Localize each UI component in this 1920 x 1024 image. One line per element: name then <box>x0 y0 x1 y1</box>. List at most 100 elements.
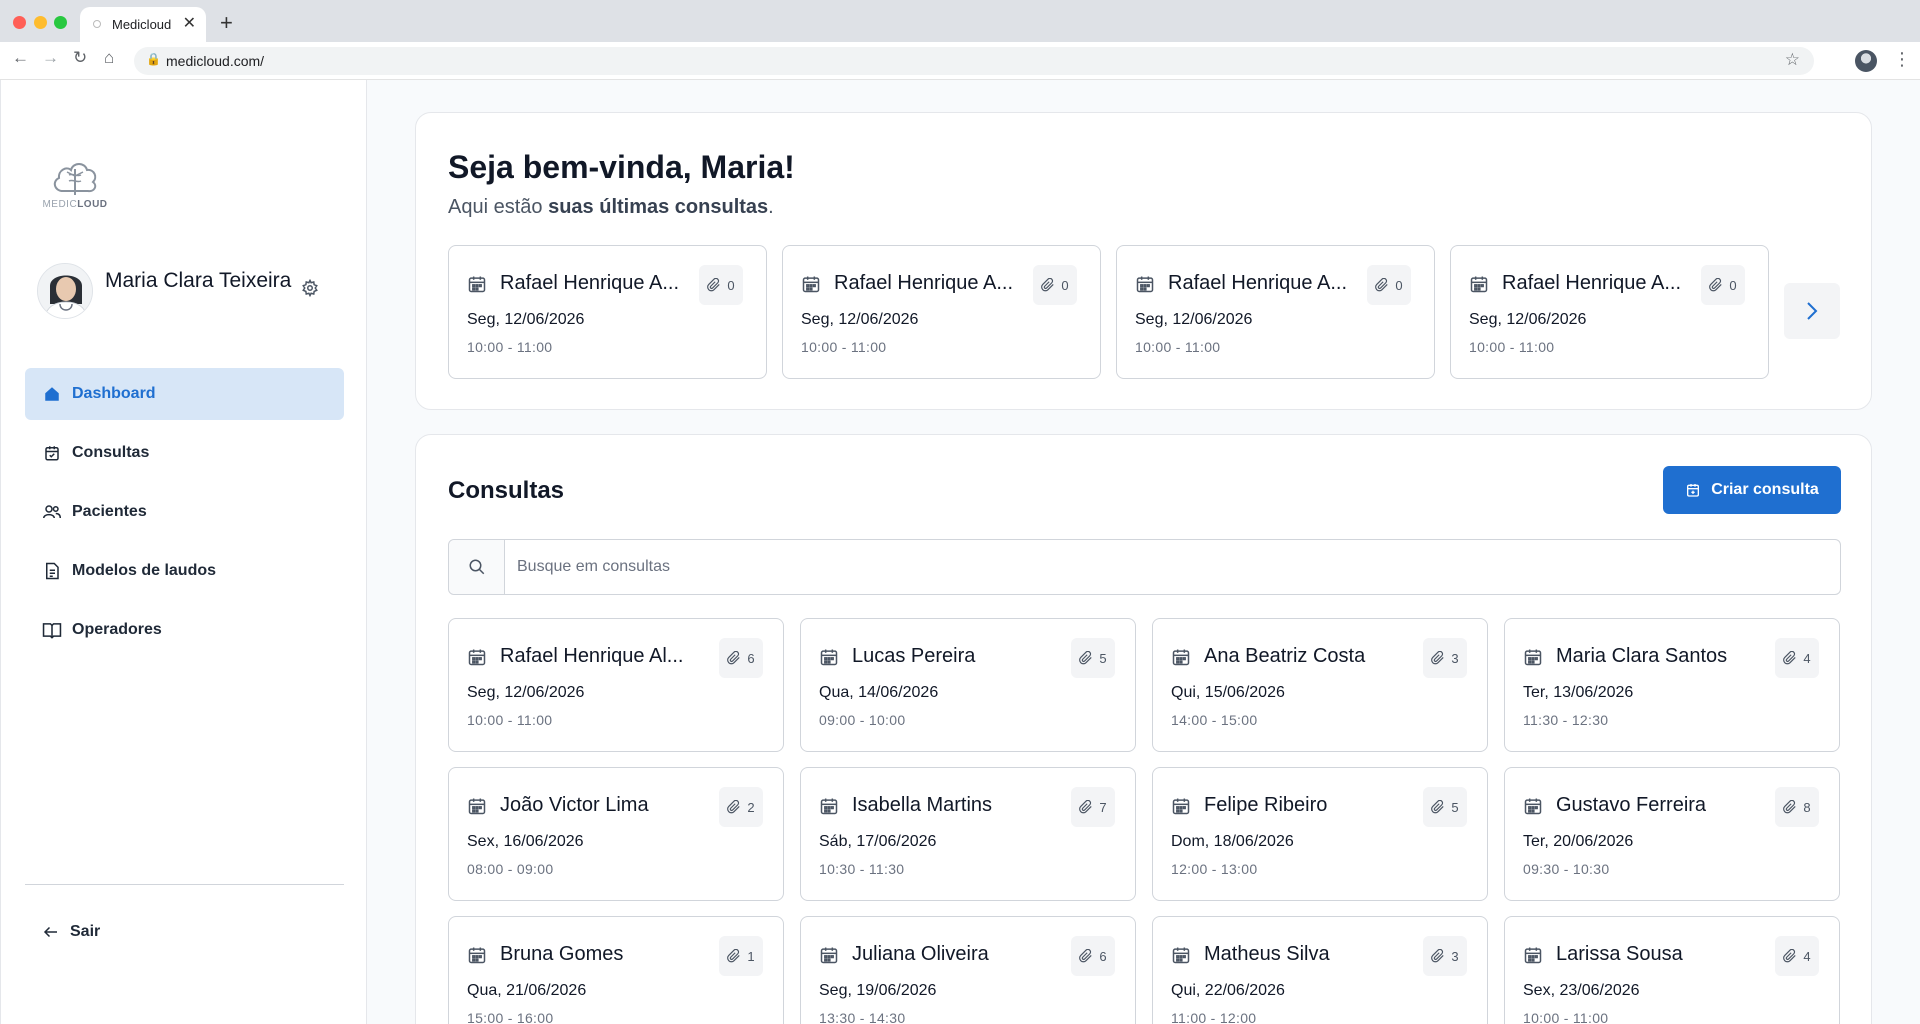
appointment-card[interactable]: Rafael Henrique A... 0 Seg, 12/06/2026 10:0… <box>1450 245 1769 379</box>
attachments-badge[interactable]: 5 <box>1071 638 1115 678</box>
appointment-card[interactable]: Rafael Henrique A... 0 Seg, 12/06/2026 10:0… <box>1116 245 1435 379</box>
appointment-card[interactable]: Lucas Pereira 5 Qua, 14/06/2026 09:00 - 10:… <box>800 618 1136 752</box>
sidebar: MEDICLOUD Maria Clara Teixeira Dashboard… <box>0 80 367 1024</box>
gear-icon[interactable] <box>301 278 321 299</box>
maximize-window-button[interactable] <box>54 16 67 29</box>
sidebar-item-label: Consultas <box>72 444 150 461</box>
cloud-caduceus-icon <box>53 163 97 195</box>
attachments-badge[interactable]: 5 <box>1423 787 1467 827</box>
attachments-badge[interactable]: 6 <box>1071 936 1115 976</box>
browser-toolbar: ← → ↻ ⌂ 🔒 medicloud.com/ ☆ ⋮ <box>0 42 1920 80</box>
appointment-card[interactable]: Ana Beatriz Costa 3 Qui, 15/06/2026 14:00 -… <box>1152 618 1488 752</box>
avatar[interactable] <box>37 263 93 319</box>
calendar-icon <box>1171 945 1191 965</box>
appointment-card[interactable]: Matheus Silva 3 Qui, 22/06/2026 11:00 - 12:… <box>1152 916 1488 1024</box>
appointment-card[interactable]: Rafael Henrique Al... 6 Seg, 12/06/2026 10:… <box>448 618 784 752</box>
favicon-icon <box>93 20 101 28</box>
appointment-card[interactable]: Isabella Martins 7 Sáb, 17/06/2026 10:30 - … <box>800 767 1136 901</box>
browser-tab[interactable]: Medicloud ✕ <box>80 7 206 42</box>
appointment-date: Qua, 21/06/2026 <box>467 982 587 999</box>
attachments-badge[interactable]: 1 <box>719 936 763 976</box>
patient-name: Felipe Ribeiro <box>1204 794 1328 816</box>
home-icon[interactable]: ⌂ <box>104 48 114 68</box>
back-arrow-icon[interactable]: ← <box>12 48 29 68</box>
new-tab-button[interactable]: + <box>220 10 233 36</box>
minimize-window-button[interactable] <box>34 16 47 29</box>
sidebar-item-pacientes[interactable]: Pacientes <box>25 486 344 538</box>
tab-close-icon[interactable]: ✕ <box>183 13 196 33</box>
logout-button[interactable]: Sair <box>42 923 100 941</box>
create-consulta-label: Criar consulta <box>1711 481 1819 498</box>
welcome-title: Seja bem-vinda, Maria! <box>448 149 795 185</box>
logo-text-light: MEDIC <box>42 199 78 210</box>
calendar-icon <box>1523 945 1543 965</box>
paperclip-icon <box>727 949 741 963</box>
attachments-badge[interactable]: 4 <box>1775 936 1819 976</box>
appointment-card[interactable]: Rafael Henrique A... 0 Seg, 12/06/2026 10:0… <box>448 245 767 379</box>
attachments-badge[interactable]: 3 <box>1423 936 1467 976</box>
calendar-icon <box>801 274 821 294</box>
attachments-badge[interactable]: 0 <box>1033 265 1077 305</box>
appointment-card[interactable]: Felipe Ribeiro 5 Dom, 18/06/2026 12:00 - 13… <box>1152 767 1488 901</box>
appointment-time: 14:00 - 15:00 <box>1171 712 1258 728</box>
appointment-card[interactable]: Juliana Oliveira 6 Seg, 19/06/2026 13:30 - … <box>800 916 1136 1024</box>
patient-name: Maria Clara Santos <box>1556 645 1728 667</box>
appointment-card[interactable]: Gustavo Ferreira 8 Ter, 20/06/2026 09:30 - … <box>1504 767 1840 901</box>
attachments-badge[interactable]: 8 <box>1775 787 1819 827</box>
appointment-date: Seg, 12/06/2026 <box>1469 311 1587 328</box>
browser-tab-strip: Medicloud ✕ + <box>0 0 1920 42</box>
calendar-icon <box>819 796 839 816</box>
address-bar[interactable]: 🔒 medicloud.com/ ☆ <box>134 47 1814 75</box>
paperclip-icon <box>727 651 741 665</box>
close-window-button[interactable] <box>13 16 26 29</box>
attachments-badge[interactable]: 0 <box>699 265 743 305</box>
appointment-time: 11:30 - 12:30 <box>1523 712 1609 728</box>
appointment-date: Dom, 18/06/2026 <box>1171 833 1294 850</box>
subtitle-bold: suas últimas consultas <box>548 196 769 218</box>
lock-icon: 🔒 <box>146 52 161 66</box>
calendar-icon <box>1135 274 1155 294</box>
calendar-icon <box>1469 274 1489 294</box>
paperclip-icon <box>1079 800 1093 814</box>
attachments-badge[interactable]: 6 <box>719 638 763 678</box>
create-consulta-button[interactable]: Criar consulta <box>1663 466 1841 514</box>
patient-name: Bruna Gomes <box>500 943 624 965</box>
chevron-right-icon <box>1807 302 1818 320</box>
attachments-count: 0 <box>1729 277 1737 293</box>
sidebar-item-consultas[interactable]: Consultas <box>25 427 344 479</box>
appointment-date: Sáb, 17/06/2026 <box>819 833 937 850</box>
appointment-card[interactable]: João Victor Lima 2 Sex, 16/06/2026 08:00 - … <box>448 767 784 901</box>
patient-name: Rafael Henrique A... <box>1502 272 1681 294</box>
bookmark-star-icon[interactable]: ☆ <box>1785 50 1800 70</box>
attachments-count: 6 <box>1099 948 1107 964</box>
attachments-badge[interactable]: 7 <box>1071 787 1115 827</box>
search-bar <box>448 539 1841 595</box>
attachments-badge[interactable]: 2 <box>719 787 763 827</box>
appointment-card[interactable]: Rafael Henrique A... 0 Seg, 12/06/2026 10:0… <box>782 245 1101 379</box>
patient-name: João Victor Lima <box>500 794 649 816</box>
attachments-badge[interactable]: 4 <box>1775 638 1819 678</box>
attachments-count: 6 <box>747 650 755 666</box>
attachments-badge[interactable]: 0 <box>1701 265 1745 305</box>
browser-profile-avatar[interactable] <box>1855 50 1877 72</box>
appointment-card[interactable]: Maria Clara Santos 4 Ter, 13/06/2026 11:30 … <box>1504 618 1840 752</box>
appointment-card[interactable]: Larissa Sousa 4 Sex, 23/06/2026 10:00 - 11:… <box>1504 916 1840 1024</box>
attachments-badge[interactable]: 3 <box>1423 638 1467 678</box>
appointment-date: Seg, 12/06/2026 <box>467 684 585 701</box>
user-profile: Maria Clara Teixeira <box>37 263 329 321</box>
sidebar-item-operadores[interactable]: Operadores <box>25 604 344 656</box>
search-input[interactable] <box>505 540 1840 594</box>
sidebar-item-modelos-de-laudos[interactable]: Modelos de laudos <box>25 545 344 597</box>
attachments-badge[interactable]: 0 <box>1367 265 1411 305</box>
patient-name: Rafael Henrique A... <box>500 272 679 294</box>
patient-name: Ana Beatriz Costa <box>1204 645 1366 667</box>
browser-menu-icon[interactable]: ⋮ <box>1893 49 1911 70</box>
next-button[interactable] <box>1784 283 1840 339</box>
sidebar-item-dashboard[interactable]: Dashboard <box>25 368 344 420</box>
forward-arrow-icon[interactable]: → <box>42 48 59 68</box>
appointment-card[interactable]: Bruna Gomes 1 Qua, 21/06/2026 15:00 - 16:00 <box>448 916 784 1024</box>
reload-icon[interactable]: ↻ <box>73 48 87 68</box>
attachments-count: 5 <box>1451 799 1459 815</box>
patient-name: Lucas Pereira <box>852 645 976 667</box>
attachments-count: 8 <box>1803 799 1811 815</box>
